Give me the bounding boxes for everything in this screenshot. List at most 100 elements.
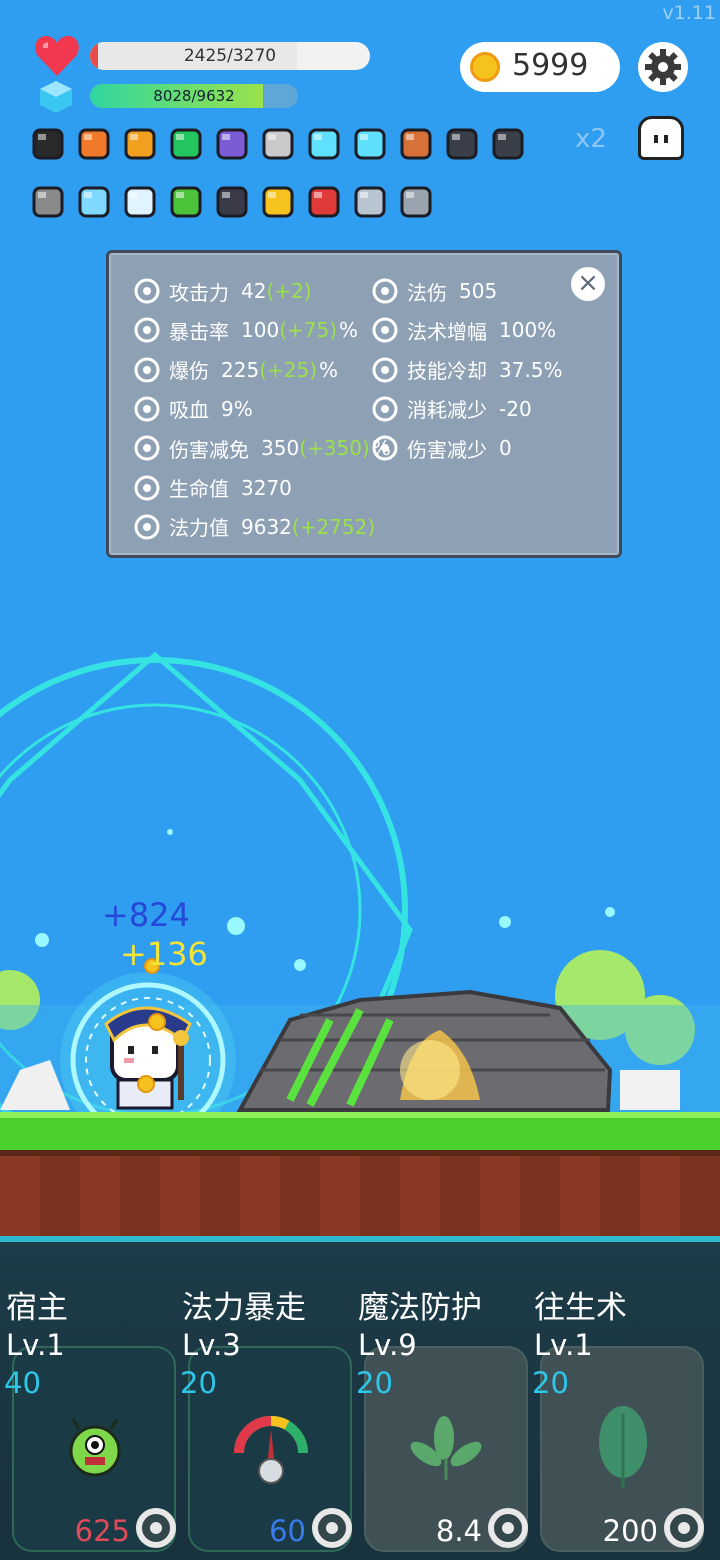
coin-amount: 5999 [512,48,589,83]
stat-row: 暴击率 100 (+75)% [129,312,358,348]
stat-name: 法术增幅 [407,319,487,344]
leaves-icon [402,1402,492,1492]
damage-number-yellow: +136 [120,935,208,973]
gauge-icon [226,1402,316,1492]
heart-icon [35,36,79,76]
stat-row: 伤害减免350(+350)% [129,430,391,466]
diamond-icon[interactable] [348,120,392,168]
stat-row: 法伤 505 [367,273,497,309]
skill-slot[interactable]: 往生术 Lv.1 20 200 [528,1242,704,1560]
skill-value: 60 [269,1514,306,1548]
sword-icon[interactable] [348,178,392,226]
hourglass-icon [367,355,403,385]
stat-value: 0 [499,436,512,461]
sprout-icon[interactable] [164,178,208,226]
skill-level: Lv.3 [182,1328,241,1362]
skill-level: Lv.1 [534,1328,593,1362]
skill-value: 8.4 [435,1514,482,1548]
stat-name: 法伤 [407,280,447,305]
hexagon-icon [129,512,165,542]
skill-name: 往生术 [534,1290,627,1326]
skill-level: Lv.9 [358,1328,417,1362]
emerald-icon[interactable] [164,120,208,168]
magnet-icon[interactable] [302,178,346,226]
speed-multiplier[interactable]: x2 [575,124,607,154]
stat-value: 3270 [241,475,292,500]
wizard-hat-icon[interactable] [210,120,254,168]
bat-icon[interactable] [210,178,254,226]
dirt-ground [0,1150,720,1238]
arrows-icon[interactable] [118,178,162,226]
torch-icon[interactable] [72,120,116,168]
coin-counter[interactable]: 5999 [460,42,620,92]
hook-icon[interactable] [256,120,300,168]
stat-name: 暴击率 [169,319,229,344]
stats-panel: × 攻击力 42 (+2) 暴击率 100 (+75)% 爆伤 225 (+25)% 吸血 9% 伤害… [106,250,622,558]
settings-button[interactable] [638,42,688,92]
close-button[interactable]: × [571,267,605,301]
skill-value: 200 [602,1514,658,1548]
stat-value: 505 [459,279,498,303]
skills-panel: 宿主 Lv.1 40 625 法力暴走 Lv.3 20 60 魔法防护 Lv.9 20 8.4 往生术 L… [0,1242,720,1560]
stat-name: 吸血 [169,398,209,423]
stat-bonus: (+25) [259,357,317,382]
hp-text: 2425/3270 [183,46,277,66]
spellbook-icon[interactable] [118,120,162,168]
skill-value: 625 [74,1514,130,1548]
stat-value: -20 [499,396,532,421]
skull-tome-icon[interactable] [486,120,530,168]
coin-icon [470,52,500,82]
cauldron-icon[interactable] [26,120,70,168]
ghost-icon[interactable] [638,116,684,160]
stat-suffix: % [319,357,339,382]
stat-value: 9632 [241,514,292,539]
skill-slot[interactable]: 法力暴走 Lv.3 20 60 [176,1242,352,1560]
stat-value: 9% [221,396,253,421]
equipment-row-1 [26,120,566,168]
hammer-icon[interactable] [26,178,70,226]
skull-tome-icon[interactable] [440,120,484,168]
stat-value: 37.5% [499,357,563,382]
sun-orb-icon[interactable] [256,178,300,226]
gear-icon [645,49,681,85]
stat-bonus: (+350) [299,436,370,461]
diamond-icon[interactable] [302,120,346,168]
skill-name: 宿主 [6,1290,68,1326]
skill-slot[interactable]: 魔法防护 Lv.9 20 8.4 [352,1242,528,1560]
equipment-row-2 [26,178,566,226]
upgrade-ring-icon[interactable] [136,1508,176,1548]
spiked-mace-icon[interactable] [394,178,438,226]
stat-row: 生命值 3270 [129,470,294,506]
crossed-swords-icon [129,315,165,345]
upgrade-ring-icon[interactable] [312,1508,352,1548]
skill-level: Lv.1 [6,1328,65,1362]
stat-row: 吸血 9% [129,391,255,427]
stat-row: 法力值 9632 (+2752) [129,509,377,545]
mp-text: 8028/9632 [153,87,235,105]
shield-icon [129,433,165,463]
heart-icon [129,473,165,503]
grass-ground [0,1112,720,1154]
stat-value: 350 [261,436,300,461]
stat-suffix: % [339,318,359,343]
skill-cost: 20 [356,1366,393,1400]
stat-bonus: (+2752) [291,514,376,539]
monster-icon [50,1402,140,1492]
shield-heart-icon [367,433,403,463]
wand-icon [367,394,403,424]
stat-name: 法力值 [169,516,229,541]
stat-name: 爆伤 [169,359,209,384]
skill-cost: 20 [180,1366,217,1400]
skill-slot[interactable]: 宿主 Lv.1 40 625 [0,1242,176,1560]
stat-name: 伤害减少 [407,437,487,462]
stat-name: 攻击力 [169,280,229,305]
stat-name: 技能冷却 [407,359,487,384]
damage-number-blue: +824 [102,896,190,934]
stat-row: 攻击力 42 (+2) [129,273,314,309]
upgrade-ring-icon[interactable] [488,1508,528,1548]
stat-name: 生命值 [169,477,229,501]
shield-icon[interactable] [394,120,438,168]
stat-row: 消耗减少 -20 [367,391,532,427]
ice-crystal-icon[interactable] [72,178,116,226]
upgrade-ring-icon[interactable] [664,1508,704,1548]
